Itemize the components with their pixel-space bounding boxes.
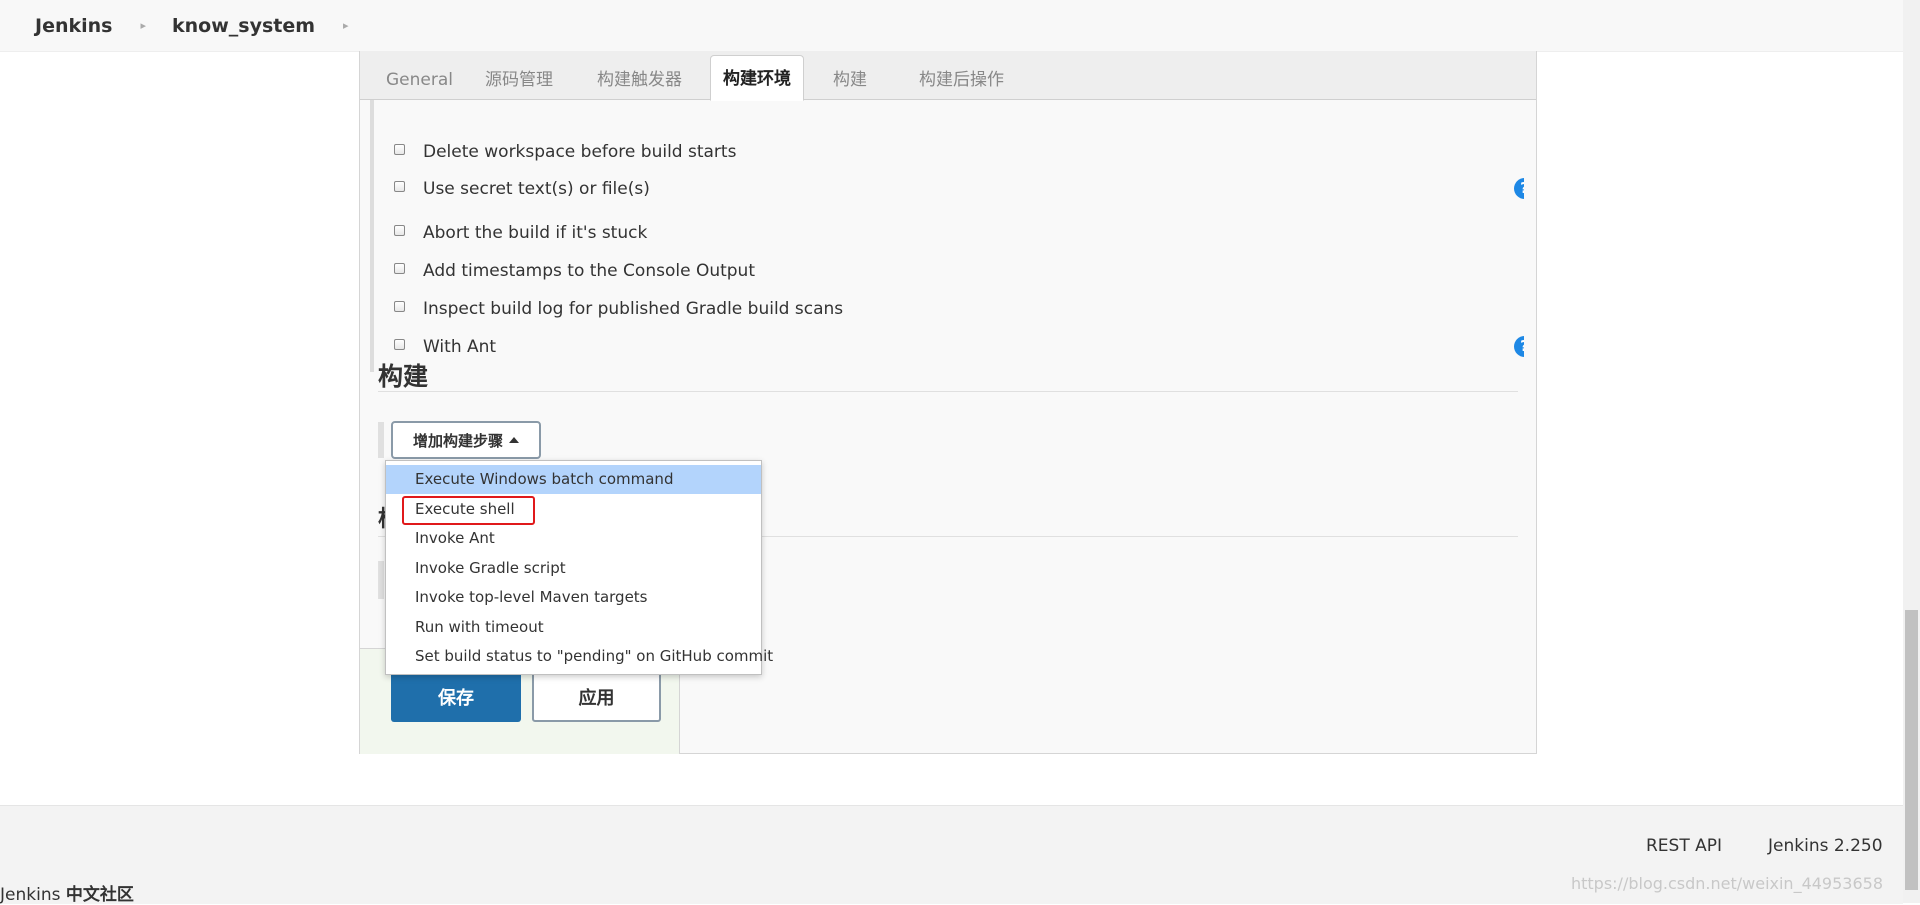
menu-item-invoke-ant[interactable]: Invoke Ant	[386, 524, 761, 553]
step-indicator	[378, 561, 384, 599]
rest-api-link[interactable]: REST API	[1646, 836, 1722, 856]
option-with-ant[interactable]: With Ant	[394, 335, 496, 359]
menu-item-timeout[interactable]: Run with timeout	[386, 613, 761, 642]
option-label: Delete workspace before build starts	[423, 142, 737, 162]
tab-build-env[interactable]: 构建环境	[710, 55, 804, 101]
option-delete-workspace[interactable]: Delete workspace before build starts	[394, 140, 736, 164]
brand-suffix: 中文社区	[65, 885, 134, 905]
option-label: Inspect build log for published Gradle b…	[423, 299, 844, 319]
add-build-step-button[interactable]: 增加构建步骤	[391, 421, 541, 459]
section-title-build: 构建	[378, 362, 429, 391]
tab-triggers[interactable]: 构建触发器	[585, 61, 694, 99]
build-env-options: Delete workspace before build starts Use…	[370, 100, 1524, 372]
help-icon[interactable]: ?	[1514, 178, 1524, 199]
tab-general[interactable]: General	[374, 61, 465, 99]
tab-post-build[interactable]: 构建后操作	[907, 61, 1016, 99]
annotation-highlight	[402, 496, 535, 525]
build-step-menu: Execute Windows batch command Execute sh…	[385, 460, 773, 675]
checkbox[interactable]	[394, 338, 405, 350]
version-link[interactable]: Jenkins 2.250	[1768, 836, 1883, 856]
community-link[interactable]: Jenkins 中文社区	[0, 880, 134, 905]
scrollbar-thumb[interactable]	[1905, 610, 1918, 890]
checkbox[interactable]	[394, 143, 405, 155]
step-indicator	[378, 422, 384, 458]
checkbox[interactable]	[394, 224, 405, 236]
caret-up-icon	[509, 437, 519, 443]
apply-button[interactable]: 应用	[532, 672, 661, 722]
checkbox[interactable]	[394, 180, 405, 192]
chevron-right-icon[interactable]: ▸	[140, 19, 146, 32]
option-label: Use secret text(s) or file(s)	[423, 179, 650, 199]
breadcrumb-jenkins[interactable]: Jenkins	[35, 15, 112, 37]
menu-item-windows-batch[interactable]: Execute Windows batch command	[386, 465, 761, 494]
chevron-right-icon[interactable]: ▸	[343, 19, 349, 32]
help-icon[interactable]: ?	[1514, 336, 1524, 357]
brand-prefix: Jenkins	[0, 885, 61, 905]
scrollbar[interactable]	[1903, 0, 1920, 903]
breadcrumb: Jenkins ▸ know_system ▸	[0, 0, 1903, 52]
checkbox[interactable]	[394, 262, 405, 274]
footer: REST API Jenkins 2.250 Jenkins 中文社区 http…	[0, 805, 1903, 905]
config-tabs: General 源码管理 构建触发器 构建环境 构建 构建后操作	[360, 51, 1536, 101]
divider	[378, 391, 1518, 392]
save-button[interactable]: 保存	[391, 672, 521, 722]
checkbox[interactable]	[394, 300, 405, 312]
option-label: Add timestamps to the Console Output	[423, 261, 755, 281]
add-build-step-label: 增加构建步骤	[412, 431, 503, 450]
option-label: Abort the build if it's stuck	[423, 223, 648, 243]
option-gradle-scans[interactable]: Inspect build log for published Gradle b…	[394, 297, 843, 321]
option-secret-text[interactable]: Use secret text(s) or file(s)	[394, 177, 650, 201]
tab-build[interactable]: 构建	[821, 61, 879, 99]
menu-item-gradle[interactable]: Invoke Gradle script	[386, 554, 761, 583]
option-abort-stuck[interactable]: Abort the build if it's stuck	[394, 221, 647, 245]
tab-scm[interactable]: 源码管理	[473, 61, 565, 99]
menu-item-github-pending[interactable]: Set build status to "pending" on GitHub …	[386, 642, 773, 671]
option-label: With Ant	[423, 337, 497, 357]
watermark: https://blog.csdn.net/weixin_44953658	[1570, 874, 1883, 893]
option-timestamps[interactable]: Add timestamps to the Console Output	[394, 259, 755, 283]
breadcrumb-job[interactable]: know_system	[172, 15, 315, 37]
menu-item-maven[interactable]: Invoke top-level Maven targets	[386, 583, 761, 612]
